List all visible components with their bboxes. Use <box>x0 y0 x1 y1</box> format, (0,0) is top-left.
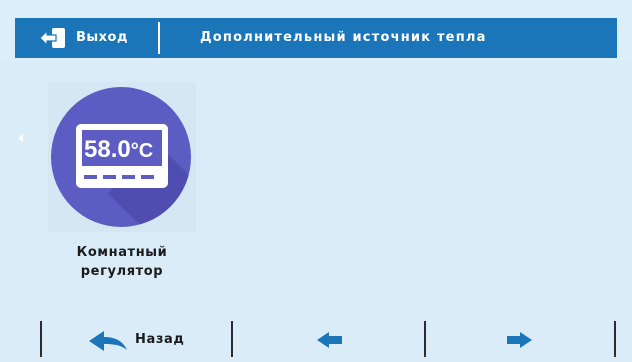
arrow-right-icon <box>507 332 532 348</box>
room-thermostat-icon: 58.0°C <box>48 82 196 232</box>
next-button[interactable] <box>426 318 614 362</box>
back-label: Назад <box>135 332 185 347</box>
header: Выход Дополнительный источник тепла <box>0 0 632 61</box>
room-thermostat-tile[interactable]: 58.0°C <box>48 82 196 232</box>
bottom-nav: Назад <box>0 318 632 362</box>
exit-button[interactable]: Выход <box>15 18 158 58</box>
thermostat-display-unit: °C <box>131 140 153 162</box>
room-thermostat-label: Комнатный регулятор <box>40 243 204 281</box>
exit-label: Выход <box>76 30 128 45</box>
svg-text:58.0°C: 58.0°C <box>84 136 153 163</box>
header-divider <box>158 22 160 54</box>
arrow-left-icon <box>317 332 342 348</box>
nav-separator <box>614 321 616 357</box>
tile-label-line1: Комнатный <box>76 245 168 260</box>
back-curved-arrow-icon <box>89 331 127 351</box>
scroll-left-indicator <box>18 134 23 142</box>
exit-door-icon <box>39 28 65 48</box>
header-bar: Выход Дополнительный источник тепла <box>15 18 617 58</box>
back-button[interactable]: Назад <box>42 318 231 362</box>
tile-label-line2: регулятор <box>80 264 164 279</box>
prev-button[interactable] <box>233 318 424 362</box>
thermostat-display-value: 58.0 <box>84 136 131 163</box>
page-title: Дополнительный источник тепла <box>200 30 487 45</box>
